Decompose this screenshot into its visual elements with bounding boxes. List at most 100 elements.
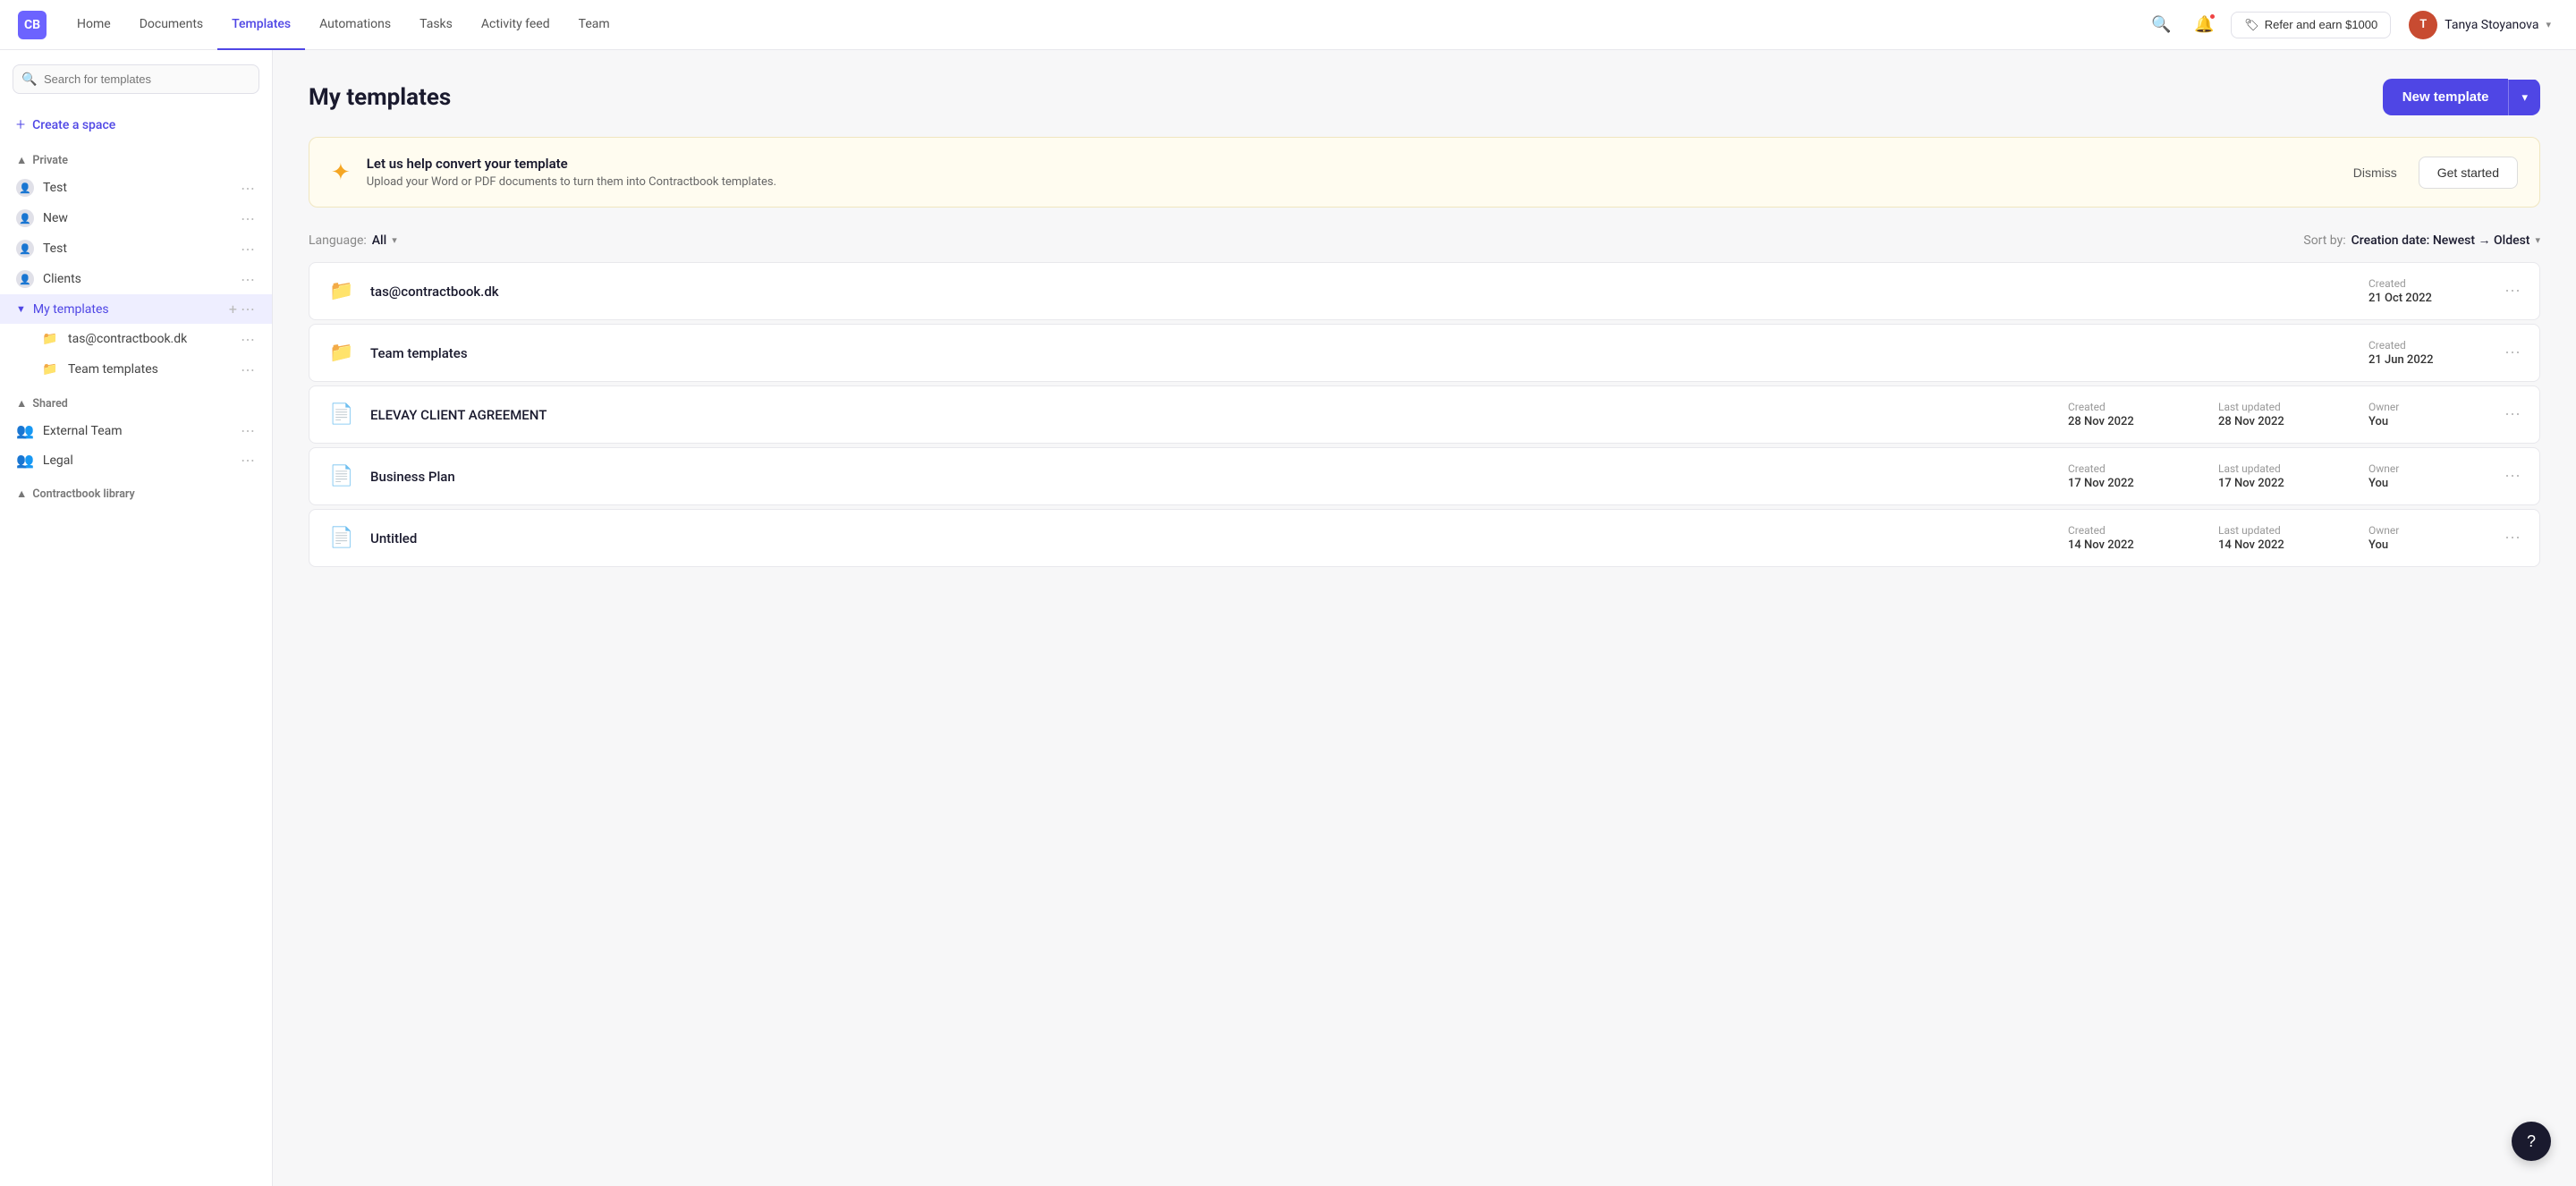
owner-meta: Owner You: [2368, 401, 2476, 428]
sidebar-item-test2[interactable]: 👤 Test ⋯: [0, 233, 272, 264]
owner-value: You: [2368, 415, 2476, 428]
template-icon: 📄: [327, 527, 356, 549]
folder-icon: 📁: [41, 330, 59, 348]
sidebar-item-clients[interactable]: 👤 Clients ⋯: [0, 264, 272, 294]
help-button[interactable]: ?: [2512, 1122, 2551, 1161]
created-value: 14 Nov 2022: [2068, 538, 2175, 552]
template-item[interactable]: 📄 ELEVAY CLIENT AGREEMENT Created 28 Nov…: [309, 385, 2540, 444]
user-name: Tanya Stoyanova: [2445, 18, 2538, 32]
template-icon: 📄: [327, 465, 356, 487]
create-space-button[interactable]: + Create a space: [0, 108, 272, 141]
owner-value: You: [2368, 538, 2476, 552]
created-value: 21 Oct 2022: [2368, 292, 2476, 305]
create-space-label: Create a space: [32, 118, 115, 132]
item-label: External Team: [43, 424, 237, 438]
refer-button[interactable]: 🏷 Refer and earn $1000: [2231, 12, 2391, 38]
nav-documents[interactable]: Documents: [125, 0, 217, 50]
more-icon[interactable]: ⋯: [241, 210, 256, 227]
created-value: 21 Jun 2022: [2368, 353, 2476, 367]
created-meta: Created 28 Nov 2022: [2068, 401, 2175, 428]
more-icon[interactable]: ⋯: [241, 241, 256, 258]
sort-filter[interactable]: Sort by: Creation date: Newest → Oldest …: [2303, 233, 2540, 248]
sidebar-search-container: 🔍: [13, 64, 259, 94]
sidebar-item-test1[interactable]: 👤 Test ⋯: [0, 173, 272, 203]
search-button[interactable]: 🔍: [2145, 9, 2177, 41]
item-label: My templates: [33, 302, 225, 317]
template-more-button[interactable]: ⋯: [2504, 343, 2521, 362]
template-meta: Created 28 Nov 2022 Last updated 28 Nov …: [2068, 401, 2476, 428]
template-icon: 📁: [327, 342, 356, 364]
more-icon[interactable]: ⋯: [241, 271, 256, 288]
template-meta: Created 14 Nov 2022 Last updated 14 Nov …: [2068, 524, 2476, 552]
dismiss-button[interactable]: Dismiss: [2341, 158, 2410, 187]
shared-section-header: ▲ Shared: [0, 392, 272, 416]
nav-right: 🔍 🔔 🏷 Refer and earn $1000 T Tanya Stoya…: [2145, 7, 2558, 43]
search-input[interactable]: [13, 64, 259, 94]
chevron-down-icon: ▾: [392, 234, 397, 246]
banner-content: Let us help convert your template Upload…: [367, 156, 2325, 189]
arrow-up-icon: ▲: [16, 487, 27, 501]
new-template-main-button[interactable]: New template: [2383, 79, 2509, 115]
sidebar-item-team-templates[interactable]: 📁 Team templates ⋯: [0, 354, 272, 385]
template-item[interactable]: 📁 tas@contractbook.dk Created 21 Oct 202…: [309, 262, 2540, 320]
add-icon[interactable]: +: [229, 301, 237, 318]
updated-value: 28 Nov 2022: [2218, 415, 2326, 428]
search-icon: 🔍: [21, 72, 37, 87]
get-started-button[interactable]: Get started: [2419, 157, 2518, 189]
page-title: My templates: [309, 84, 451, 111]
template-more-button[interactable]: ⋯: [2504, 405, 2521, 424]
main-content: My templates New template ▾ ✦ Let us hel…: [273, 50, 2576, 1186]
folder-icon: 📁: [41, 360, 59, 378]
sidebar-item-external-team[interactable]: 👥 External Team ⋯: [0, 416, 272, 445]
template-more-button[interactable]: ⋯: [2504, 282, 2521, 301]
template-item[interactable]: 📄 Untitled Created 14 Nov 2022 Last upda…: [309, 509, 2540, 567]
nav-home[interactable]: Home: [63, 0, 125, 50]
banner-title: Let us help convert your template: [367, 156, 2325, 172]
template-name: Team templates: [370, 345, 2354, 361]
content-header: My templates New template ▾: [309, 79, 2540, 115]
person-icon: 👤: [16, 209, 34, 227]
notifications-button[interactable]: 🔔: [2188, 9, 2220, 41]
updated-label: Last updated: [2218, 524, 2326, 537]
nav-templates[interactable]: Templates: [217, 0, 305, 50]
more-icon[interactable]: ⋯: [241, 422, 256, 439]
tag-icon: 🏷: [2244, 18, 2259, 32]
sidebar-item-my-templates[interactable]: ▼ My templates + ⋯: [0, 294, 272, 324]
created-meta: Created 21 Jun 2022: [2368, 339, 2476, 367]
shared-section-title: ▲ Shared: [16, 397, 68, 411]
user-avatar: T: [2409, 11, 2437, 39]
nav-links: Home Documents Templates Automations Tas…: [63, 0, 2145, 50]
banner-desc: Upload your Word or PDF documents to tur…: [367, 175, 2325, 189]
more-icon[interactable]: ⋯: [241, 301, 256, 318]
template-item[interactable]: 📄 Business Plan Created 17 Nov 2022 Last…: [309, 447, 2540, 505]
sidebar-item-legal[interactable]: 👥 Legal ⋯: [0, 445, 272, 475]
sidebar-item-new[interactable]: 👤 New ⋯: [0, 203, 272, 233]
filter-row: Language: All ▾ Sort by: Creation date: …: [309, 233, 2540, 248]
nav-tasks[interactable]: Tasks: [405, 0, 467, 50]
item-label: Test: [43, 181, 237, 195]
nav-team[interactable]: Team: [564, 0, 624, 50]
template-more-button[interactable]: ⋯: [2504, 467, 2521, 486]
item-label: Team templates: [68, 362, 237, 377]
more-icon[interactable]: ⋯: [241, 331, 256, 348]
group-icon: 👥: [16, 452, 34, 469]
language-filter[interactable]: Language: All ▾: [309, 233, 397, 248]
created-value: 28 Nov 2022: [2068, 415, 2175, 428]
sidebar-item-tas[interactable]: 📁 tas@contractbook.dk ⋯: [0, 324, 272, 354]
owner-meta: Owner You: [2368, 462, 2476, 490]
library-section-title: ▲ Contractbook library: [16, 487, 135, 501]
user-menu[interactable]: T Tanya Stoyanova ▾: [2402, 7, 2558, 43]
more-icon[interactable]: ⋯: [241, 180, 256, 197]
template-more-button[interactable]: ⋯: [2504, 529, 2521, 547]
updated-meta: Last updated 17 Nov 2022: [2218, 462, 2326, 490]
convert-banner: ✦ Let us help convert your template Uplo…: [309, 137, 2540, 208]
template-item[interactable]: 📁 Team templates Created 21 Jun 2022 ⋯: [309, 324, 2540, 382]
template-icon: 📄: [327, 403, 356, 426]
main-layout: 🔍 + Create a space ▲ Private 👤 Test ⋯ 👤: [0, 50, 2576, 1186]
more-icon[interactable]: ⋯: [241, 452, 256, 469]
new-template-dropdown-button[interactable]: ▾: [2508, 80, 2540, 115]
updated-meta: Last updated 28 Nov 2022: [2218, 401, 2326, 428]
nav-automations[interactable]: Automations: [305, 0, 405, 50]
nav-activity[interactable]: Activity feed: [467, 0, 564, 50]
more-icon[interactable]: ⋯: [241, 361, 256, 378]
